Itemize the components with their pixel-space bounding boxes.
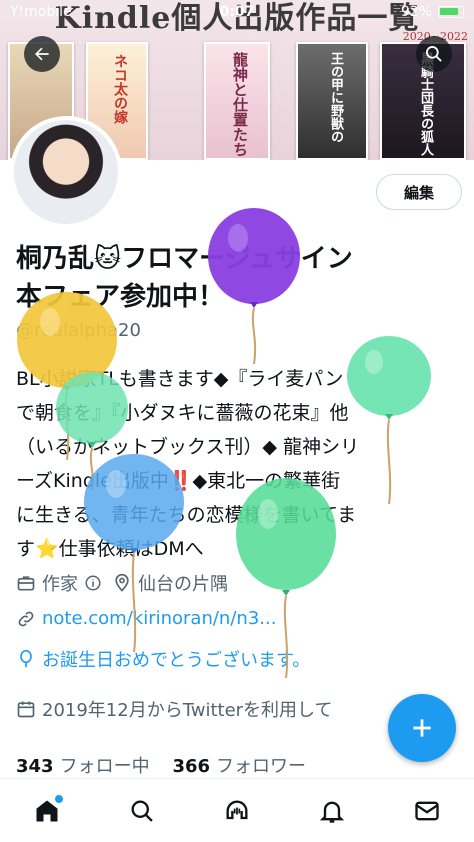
compose-button[interactable] [388,694,456,762]
tab-spaces[interactable] [215,789,259,833]
search-icon [131,800,153,822]
back-arrow-icon [35,47,49,61]
tab-messages[interactable] [405,789,449,833]
bell-icon [319,801,344,823]
search-icon [426,46,442,62]
avatar-image [14,120,118,224]
status-bar: Y!mobile 0:07 92% [0,0,474,24]
following-count: 343 [16,756,54,777]
book-cover: 龍神と仕置たち [204,42,270,160]
battery-icon [438,6,464,18]
unread-dot [55,794,64,803]
avatar[interactable] [10,116,122,228]
followers-label: フォロワー [216,756,307,777]
mail-icon [414,801,439,820]
balloon-purple [208,208,300,364]
plus-icon [413,719,431,737]
following-link[interactable]: 343 フォロー中 [16,756,150,777]
spaces-icon [226,800,248,819]
tab-search[interactable] [120,789,164,833]
category-label: 作家 [42,574,78,595]
followers-count: 366 [172,756,211,777]
following-label: フォロー中 [59,756,150,777]
calendar-icon [17,701,35,718]
balloon-icon [20,649,32,668]
balloon-blue [84,454,184,652]
tab-notifications[interactable] [310,789,354,833]
profile-meta-joined: 2019年12月からTwitterを利用して [16,696,333,722]
book-cover: 王の甲に野獣の [296,42,368,160]
search-button[interactable] [416,36,452,72]
balloon-green [347,336,431,504]
back-button[interactable] [24,36,60,72]
follow-counts: 343 フォロー中 366 フォロワー [16,752,306,778]
followers-link[interactable]: 366 フォロワー [172,756,306,777]
briefcase-icon [17,576,35,591]
joined-date: 2019年12月からTwitterを利用して [42,700,333,721]
edit-profile-button[interactable]: 編集 [376,174,462,210]
tab-home[interactable] [25,789,69,833]
clock: 0:07 [219,4,255,20]
bottom-tab-bar [0,778,474,842]
link-icon [18,611,34,626]
balloon-green-large [236,478,336,678]
